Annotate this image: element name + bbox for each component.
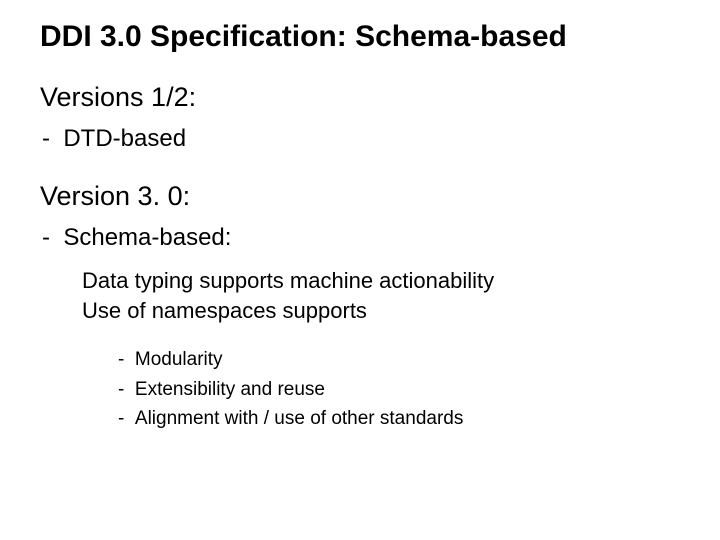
bullet-dtd-based: - DTD-based	[40, 125, 680, 153]
bullet-text: DTD-based	[63, 125, 186, 152]
section-heading-version-3: Version 3. 0:	[40, 181, 680, 212]
dash-icon: -	[42, 224, 50, 252]
sub-point-namespaces: Use of namespaces supports	[82, 296, 680, 326]
section-heading-versions-1-2: Versions 1/2:	[40, 82, 680, 113]
dash-icon: -	[118, 375, 124, 404]
bullet-text: Schema-based:	[63, 224, 231, 251]
dash-icon: -	[118, 345, 124, 374]
nested-bullet-modularity: - Modularity	[118, 345, 680, 374]
sub-points-group: Data typing supports machine actionabili…	[40, 266, 680, 325]
sub-point-data-typing: Data typing supports machine actionabili…	[82, 266, 680, 296]
slide-title: DDI 3.0 Specification: Schema-based	[40, 20, 680, 54]
nested-text: Alignment with / use of other standards	[135, 408, 463, 429]
nested-bullets-group: - Modularity - Extensibility and reuse -…	[40, 345, 680, 433]
dash-icon: -	[118, 404, 124, 433]
bullet-schema-based: - Schema-based:	[40, 224, 680, 252]
nested-bullet-alignment: - Alignment with / use of other standard…	[118, 404, 680, 433]
dash-icon: -	[42, 125, 50, 153]
nested-text: Extensibility and reuse	[135, 379, 325, 400]
nested-text: Modularity	[135, 349, 223, 370]
nested-bullet-extensibility: - Extensibility and reuse	[118, 375, 680, 404]
